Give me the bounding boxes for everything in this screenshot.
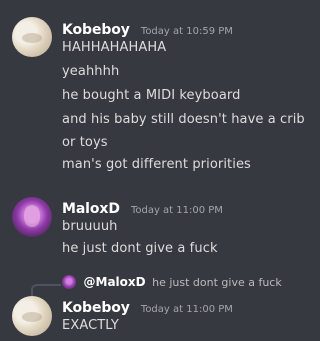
reply-preview[interactable]: @MaloxD he just dont give a fuck xyxy=(62,275,282,289)
message-header: MaloxD Today at 11:00 PM xyxy=(62,198,223,217)
message-text: or toys xyxy=(62,135,108,150)
timestamp[interactable]: Today at 11:00 PM xyxy=(131,205,223,216)
message-text: man's got different priorities xyxy=(62,157,251,172)
timestamp[interactable]: Today at 10:59 PM xyxy=(141,26,233,37)
timestamp[interactable]: Today at 11:00 PM xyxy=(141,304,233,315)
reply-text[interactable]: he just dont give a fuck xyxy=(152,276,282,289)
avatar[interactable] xyxy=(12,296,52,336)
username[interactable]: Kobeboy xyxy=(62,300,130,316)
avatar[interactable] xyxy=(12,197,52,237)
message-header: Kobeboy Today at 11:00 PM xyxy=(62,297,233,316)
message-header: Kobeboy Today at 10:59 PM xyxy=(62,19,233,38)
username[interactable]: Kobeboy xyxy=(62,22,130,38)
reply-mention[interactable]: @MaloxD xyxy=(84,275,146,289)
message-text: HAHHAHAHAHA xyxy=(62,40,167,55)
username[interactable]: MaloxD xyxy=(62,201,120,217)
message-text: bruuuuh xyxy=(62,219,118,234)
reply-avatar xyxy=(62,275,76,289)
message-text: he bought a MIDI keyboard xyxy=(62,88,241,103)
message-text: and his baby still doesn't have a crib xyxy=(62,112,305,127)
avatar[interactable] xyxy=(12,17,52,57)
message-text: EXACTLY xyxy=(62,318,119,333)
message-text: yeahhhh xyxy=(62,64,120,79)
message-text: he just dont give a fuck xyxy=(62,241,218,256)
reply-connector xyxy=(31,284,61,296)
